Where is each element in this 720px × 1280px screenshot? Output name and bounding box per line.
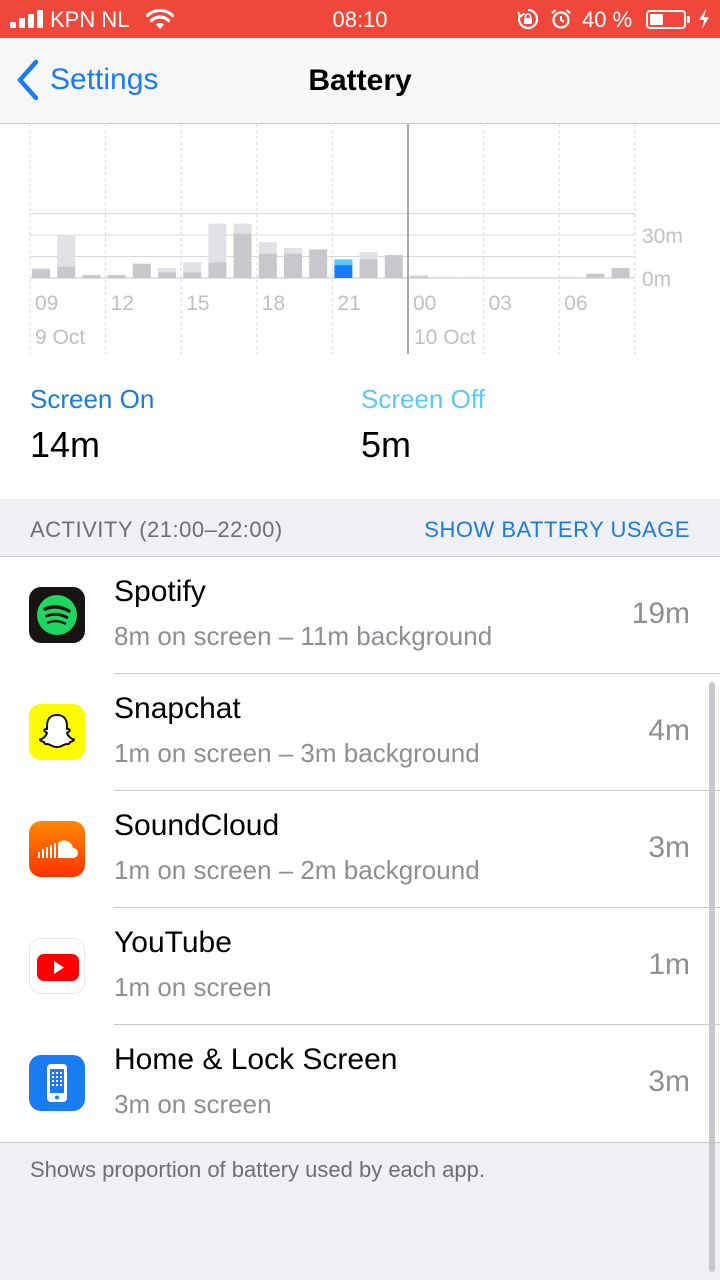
activity-header: ACTIVITY (21:00–22:00): [30, 517, 283, 542]
bar-screen-on: [410, 276, 428, 278]
bar-screen-on: [233, 233, 252, 278]
app-name: Home & Lock Screen: [114, 1043, 398, 1076]
x-tick-label: 00: [413, 292, 436, 315]
bar-screen-off: [233, 223, 252, 234]
screen-on-value: 14m: [30, 424, 101, 465]
bar-screen-on: [132, 263, 151, 278]
app-usage-detail: 1m on screen – 2m background: [114, 855, 480, 885]
bar-screen-off: [435, 276, 454, 278]
show-battery-usage-button[interactable]: SHOW BATTERY USAGE: [424, 517, 690, 543]
bar-screen-on: [32, 269, 50, 278]
bar-screen-off: [410, 275, 428, 277]
y-tick-label: 0m: [642, 268, 671, 291]
app-usage-detail: 1m on screen – 3m background: [114, 738, 480, 768]
app-name: YouTube: [114, 926, 232, 959]
bar-screen-on: [258, 253, 277, 278]
list-item[interactable]: Snapchat 1m on screen – 3m background 4m: [0, 674, 720, 791]
bar-screen-on: [158, 272, 176, 278]
bar-screen-on: [183, 272, 202, 278]
list-item[interactable]: YouTube 1m on screen 1m: [0, 908, 720, 1025]
bar-screen-on: [334, 265, 353, 278]
app-usage-value: 4m: [648, 714, 690, 747]
screen-off-label: Screen Off: [361, 384, 485, 414]
screen-on-label: Screen On: [30, 384, 155, 414]
activity-chart[interactable]: 30m 0m 09 12 15 18 21 00 03 06 9 Oct 10 Oct: [0, 124, 720, 359]
app-usage-value: 3m: [648, 1065, 690, 1098]
bar-screen-off: [57, 235, 76, 267]
bar-screen-on: [57, 266, 76, 278]
bar-screen-off: [32, 267, 50, 270]
scroll-indicator[interactable]: [709, 682, 715, 1272]
youtube-icon: [29, 938, 85, 994]
charging-bolt-icon: [699, 9, 709, 29]
bar-screen-off: [460, 276, 479, 278]
bar-screen-on: [359, 259, 378, 278]
bar-screen-off: [258, 242, 277, 254]
bar-screen-off: [158, 267, 176, 273]
list-item[interactable]: Spotify 8m on screen – 11m background 19…: [0, 557, 720, 674]
alarm-icon: [551, 9, 571, 29]
orientation-lock-icon: [517, 8, 539, 30]
y-tick-label: 30m: [642, 225, 683, 248]
bar-screen-on: [611, 267, 630, 278]
bar-screen-on: [586, 273, 605, 278]
app-usage-detail: 8m on screen – 11m background: [114, 621, 493, 651]
page-title: Battery: [308, 64, 412, 97]
app-usage-detail: 3m on screen: [114, 1089, 272, 1119]
battery-percent: 40 %: [582, 7, 633, 32]
app-usage-value: 3m: [648, 831, 690, 864]
x-tick-label: 21: [337, 292, 360, 315]
bar-screen-on: [309, 249, 328, 278]
app-usage-value: 19m: [631, 597, 690, 630]
soundcloud-icon: [29, 821, 85, 877]
bar-screen-off: [183, 262, 202, 273]
date-label: 9 Oct: [35, 326, 85, 349]
bar-screen-on: [82, 275, 101, 278]
x-tick-label: 09: [35, 292, 58, 315]
list-item[interactable]: Home & Lock Screen 3m on screen 3m: [0, 1025, 720, 1142]
date-label: 10 Oct: [414, 326, 476, 349]
bar-screen-off: [359, 252, 378, 260]
snapchat-icon: [29, 704, 85, 760]
app-name: SoundCloud: [114, 809, 280, 842]
list-item[interactable]: SoundCloud 1m on screen – 2m background …: [0, 791, 720, 908]
app-name: Spotify: [114, 575, 206, 608]
navigation-bar: Settings Battery: [0, 38, 720, 124]
app-name: Snapchat: [114, 692, 241, 725]
bar-screen-off: [561, 276, 580, 278]
bar-screen-off: [284, 247, 302, 254]
app-activity-list: Spotify 8m on screen – 11m background 19…: [0, 556, 720, 1143]
bar-screen-on: [284, 253, 302, 278]
home-lock-screen-icon: [29, 1055, 85, 1111]
x-tick-label: 03: [489, 292, 512, 315]
x-tick-label: 18: [262, 292, 285, 315]
battery-icon: [646, 10, 690, 29]
x-tick-label: 12: [111, 292, 134, 315]
screen-off-value: 5m: [361, 424, 412, 465]
battery-activity-card: 30m 0m 09 12 15 18 21 00 03 06 9 Oct 10 Oct Screen …: [0, 124, 720, 499]
bar-screen-on: [107, 275, 126, 278]
bar-screen-off: [334, 259, 353, 266]
footer-note: Shows proportion of battery used by each…: [30, 1157, 485, 1182]
app-usage-detail: 1m on screen: [114, 972, 272, 1002]
bar-screen-on: [384, 255, 403, 278]
x-tick-label: 15: [186, 292, 209, 315]
app-usage-value: 1m: [648, 948, 690, 981]
x-tick-label: 06: [564, 292, 587, 315]
status-bar: KPN NL 08:10 40 %: [0, 0, 720, 38]
bar-screen-off: [208, 223, 227, 263]
spotify-icon: [29, 587, 85, 643]
bar-screen-on: [208, 262, 227, 278]
